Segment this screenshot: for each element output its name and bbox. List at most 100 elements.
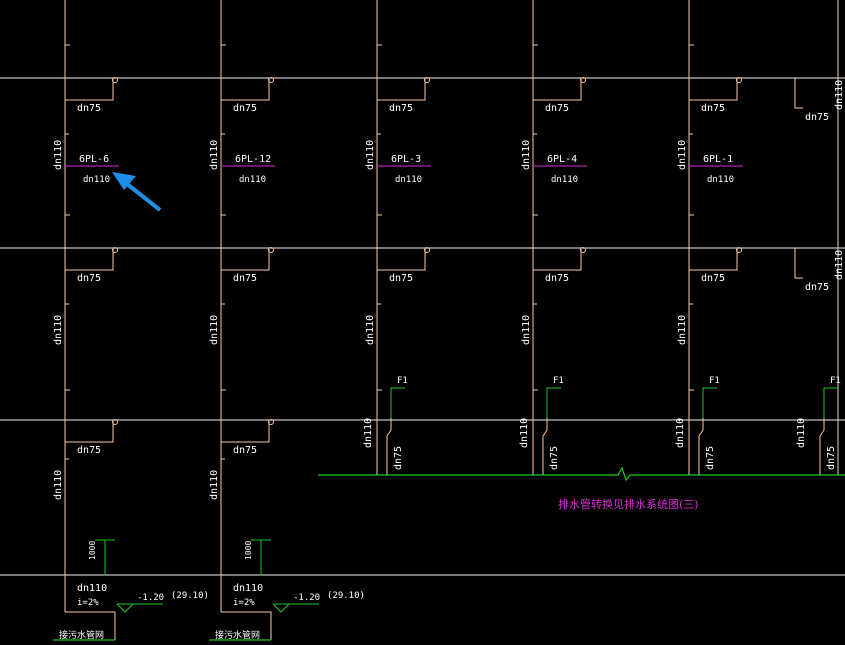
dn75-label-1-1: dn75 — [233, 273, 257, 284]
drain-trap-0 — [386, 418, 392, 437]
dn110-label-a-3: dn110 — [521, 140, 532, 170]
edge-dn75-1: dn75 — [805, 282, 829, 293]
offset-mark-2-1 — [376, 303, 381, 310]
ref-elev-label-0: (29.10) — [171, 591, 209, 601]
h1000-label-1: 1000 — [244, 541, 253, 560]
pipe-id-label-3: 6PL-4 — [547, 154, 577, 165]
offset-mark-1-2 — [220, 458, 225, 465]
outlet-dn-label-0: dn110 — [77, 583, 107, 594]
dn110-label-a-2: dn110 — [365, 140, 376, 170]
elev-symbol-1 — [272, 603, 291, 613]
dn110-edge-a: dn110 — [834, 80, 845, 110]
slope-label-1: i=2% — [233, 598, 255, 608]
branch-pipe-1-0 — [221, 78, 270, 101]
branch-pipe-0-2 — [65, 420, 114, 443]
dn75-label-1-0: dn75 — [233, 103, 257, 114]
drawing-canvas[interactable]: dn75 dn75 dn75 dn110 dn110 dn110 6PL-6 dn110 dn7… — [0, 0, 845, 645]
f1-label-3: F1 — [830, 376, 841, 386]
sewer-label-0: 接污水管网 — [59, 629, 104, 641]
floor-drain-0 — [390, 387, 405, 418]
pipe-id-dn-0: dn110 — [83, 175, 110, 185]
elev-label-1: -1.20 — [293, 593, 320, 603]
offset-mark-0-1 — [64, 303, 69, 310]
sewer-label-1: 接污水管网 — [215, 629, 260, 641]
dn75-lower-3: dn75 — [826, 446, 837, 470]
floor-drain-3 — [823, 387, 838, 418]
edge-branch-0 — [794, 78, 803, 109]
dn110-label-b-4: dn110 — [677, 315, 688, 345]
dn110-lower-0: dn110 — [363, 418, 374, 448]
transfer-note: 排水管转换见排水系统图(三) — [558, 497, 699, 511]
pipe-id-dn-1: dn110 — [239, 175, 266, 185]
outlet-dn-label-1: dn110 — [233, 583, 263, 594]
branch-pipe-0-0 — [65, 78, 114, 101]
offset-mark-1-1 — [220, 303, 225, 310]
dn110-label-b-2: dn110 — [365, 315, 376, 345]
branch-pipe-0-1 — [65, 248, 114, 271]
dn75-lower-0: dn75 — [393, 446, 404, 470]
dn110-label-c-0: dn110 — [53, 470, 64, 500]
floor-drain-1 — [546, 387, 561, 418]
pipe-id-label-4: 6PL-1 — [703, 154, 733, 165]
drain-trap-1 — [542, 418, 548, 437]
edge-branch-1 — [794, 248, 803, 279]
dn75-label-0-0: dn75 — [77, 103, 101, 114]
drain-trap-3 — [819, 418, 825, 437]
dn110-label-a-1: dn110 — [209, 140, 220, 170]
offset-mark-1-0 — [220, 133, 225, 140]
dn110-label-c-1: dn110 — [209, 470, 220, 500]
dn110-label-b-0: dn110 — [53, 315, 64, 345]
pipe-id-dn-3: dn110 — [551, 175, 578, 185]
h1000-label-0: 1000 — [88, 541, 97, 560]
offset-mark-0-2 — [64, 458, 69, 465]
pipe-id-dn-2: dn110 — [395, 175, 422, 185]
branch-pipe-3-0 — [533, 78, 582, 101]
dn110-label-a-0: dn110 — [53, 140, 64, 170]
branch-pipe-1-1 — [221, 248, 270, 271]
f1-label-0: F1 — [397, 376, 408, 386]
drain-trap-2 — [698, 418, 704, 437]
pipe-id-label-0: 6PL-6 — [79, 154, 109, 165]
dn75-label-2-0: dn75 — [389, 103, 413, 114]
branch-pipe-4-0 — [689, 78, 738, 101]
pipe-id-dn-4: dn110 — [707, 175, 734, 185]
offset-mark-4-0 — [688, 133, 693, 140]
dn75-label-3-1: dn75 — [545, 273, 569, 284]
f1-label-1: F1 — [553, 376, 564, 386]
dn75-lower-1: dn75 — [549, 446, 560, 470]
f1-label-2: F1 — [709, 376, 720, 386]
dn75-label-4-1: dn75 — [701, 273, 725, 284]
branch-pipe-3-1 — [533, 248, 582, 271]
dn110-edge-b: dn110 — [834, 250, 845, 280]
dn75-label-0-1: dn75 — [77, 273, 101, 284]
pipe-id-label-1: 6PL-12 — [235, 154, 271, 165]
dn110-lower-1: dn110 — [519, 418, 530, 448]
elev-label-0: -1.20 — [137, 593, 164, 603]
slope-label-0: i=2% — [77, 598, 99, 608]
branch-pipe-4-1 — [689, 248, 738, 271]
branch-pipe-2-1 — [377, 248, 426, 271]
offset-mark-0-0 — [64, 133, 69, 140]
branch-pipe-2-0 — [377, 78, 426, 101]
elev-symbol-0 — [116, 603, 135, 613]
floor-drain-2 — [702, 387, 717, 418]
offset-mark-3-0 — [532, 133, 537, 140]
dn75-label-4-0: dn75 — [701, 103, 725, 114]
drainage-system-drawing: dn75 dn75 dn75 dn110 dn110 dn110 6PL-6 dn110 dn7… — [0, 0, 845, 641]
offset-mark-2-0 — [376, 133, 381, 140]
dn110-label-a-4: dn110 — [677, 140, 688, 170]
dn75-label-0-2: dn75 — [77, 445, 101, 456]
dn110-label-b-3: dn110 — [521, 315, 532, 345]
ref-elev-label-1: (29.10) — [327, 591, 365, 601]
dn75-label-2-1: dn75 — [389, 273, 413, 284]
edge-dn75-0: dn75 — [805, 112, 829, 123]
offset-mark-4-1 — [688, 303, 693, 310]
dn75-label-3-0: dn75 — [545, 103, 569, 114]
pipe-id-label-2: 6PL-3 — [391, 154, 421, 165]
dn75-lower-2: dn75 — [705, 446, 716, 470]
dn75-label-1-2: dn75 — [233, 445, 257, 456]
dn110-lower-3: dn110 — [796, 418, 807, 448]
dn110-lower-2: dn110 — [675, 418, 686, 448]
dn110-label-b-1: dn110 — [209, 315, 220, 345]
offset-mark-3-1 — [532, 303, 537, 310]
